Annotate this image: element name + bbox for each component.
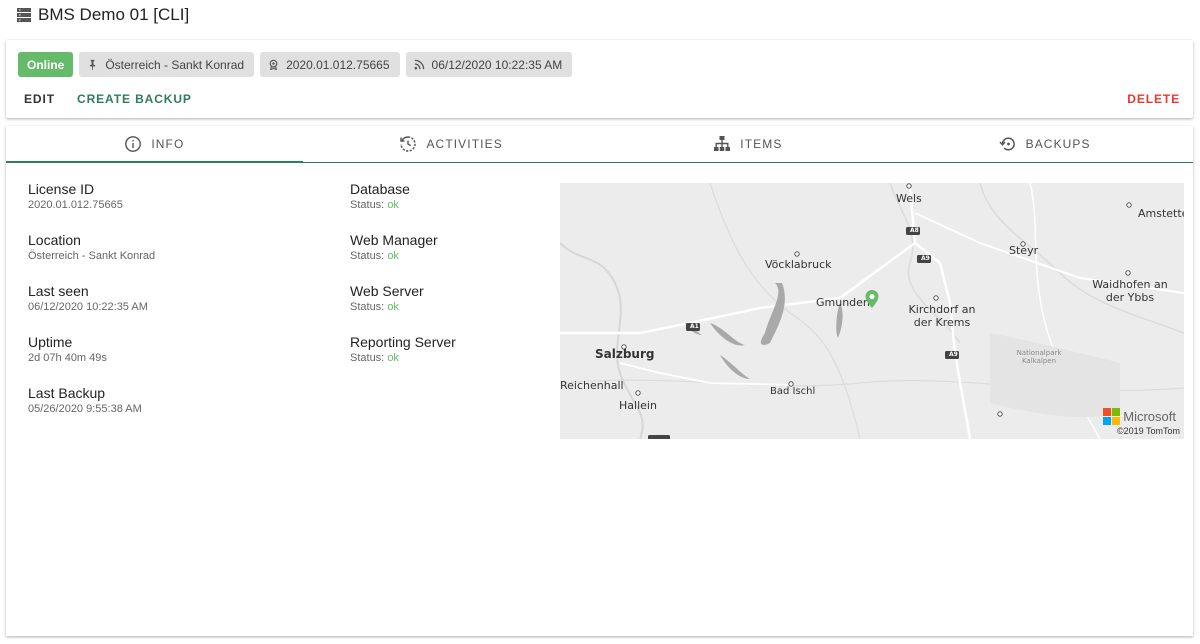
map-place-label: Hallein	[619, 399, 657, 412]
map-place-label: Reichenhall	[560, 379, 624, 392]
map-place-label: Wels	[896, 192, 922, 205]
status-badge: Online	[18, 52, 74, 77]
service-web-server: Web Server Status: ok	[350, 283, 456, 334]
location-pin-icon[interactable]	[864, 289, 880, 309]
last-seen-chip-label: 06/12/2020 10:22:35 AM	[431, 57, 563, 72]
map-place-label: Vöcklabruck	[765, 258, 832, 271]
status-ok-text: ok	[387, 199, 399, 211]
last-seen-label: Last seen	[28, 283, 89, 299]
service-status: Status: ok	[350, 250, 399, 262]
tab-info[interactable]: INFO	[6, 126, 303, 163]
service-status: Status: ok	[350, 301, 399, 313]
license-id-label: License ID	[28, 181, 95, 197]
services-column: Database Status: ok Web Manager Status: …	[350, 181, 456, 385]
restore-icon	[999, 137, 1015, 151]
road-shield: A9	[921, 255, 930, 262]
road-shield: A8	[910, 227, 919, 234]
device-info-column: License ID 2020.01.012.75665 Location Ös…	[28, 181, 155, 436]
create-backup-button[interactable]: CREATE BACKUP	[77, 92, 192, 106]
uptime-value: 2d 07h 40m 49s	[28, 352, 107, 364]
location-field: Location Österreich - Sankt Konrad	[28, 232, 155, 283]
action-bar: EDIT CREATE BACKUP DELETE	[6, 90, 1193, 108]
road-shield: A1	[690, 323, 699, 330]
tab-items[interactable]: ITEMS	[600, 126, 897, 162]
pin-icon	[90, 59, 96, 70]
history-icon	[400, 136, 417, 152]
license-chip: 2020.01.012.75665	[260, 52, 400, 77]
map-place-label: Salzburg	[595, 347, 655, 361]
location-value: Österreich - Sankt Konrad	[28, 250, 156, 262]
rss-icon	[414, 59, 424, 70]
license-id-value: 2020.01.012.75665	[28, 199, 123, 211]
tab-info-label: INFO	[151, 137, 185, 151]
server-icon	[16, 7, 32, 23]
uptime-field: Uptime 2d 07h 40m 49s	[28, 334, 155, 385]
chip-row: Online Österreich - Sankt Konrad 2020.01…	[18, 52, 573, 77]
tab-bar: INFO ACTIVITIES ITEMS BACKUPS	[6, 126, 1193, 163]
map-place-label: Gmunden	[816, 296, 870, 309]
service-label: Database	[350, 181, 410, 197]
tab-backups-label: BACKUPS	[1025, 137, 1091, 151]
status-ok-text: ok	[387, 250, 399, 262]
map-place-label: Steyr	[1009, 244, 1039, 257]
map-park-label: Nationalpark Kalkalpen	[1016, 349, 1062, 365]
microsoft-logo: Microsoft	[1103, 408, 1176, 425]
uptime-label: Uptime	[28, 334, 73, 350]
service-label: Web Server	[350, 283, 424, 299]
tab-items-label: ITEMS	[740, 137, 783, 151]
map-place-label: Amstetten	[1138, 207, 1184, 220]
service-status: Status: ok	[350, 199, 399, 211]
license-chip-label: 2020.01.012.75665	[286, 57, 390, 72]
location-chip-label: Österreich - Sankt Konrad	[105, 57, 245, 72]
map-copyright: ©2019 TomTom	[1117, 426, 1180, 436]
microsoft-logo-icon	[1103, 408, 1121, 425]
last-backup-field: Last Backup 05/26/2020 9:55:38 AM	[28, 385, 155, 436]
location-chip: Österreich - Sankt Konrad	[79, 52, 255, 77]
edit-button[interactable]: EDIT	[24, 92, 55, 106]
device-summary-card: Online Österreich - Sankt Konrad 2020.01…	[6, 40, 1193, 118]
last-seen-field: Last seen 06/12/2020 10:22:35 AM	[28, 283, 155, 334]
page-header: BMS Demo 01 [CLI]	[16, 4, 189, 26]
device-detail-card: INFO ACTIVITIES ITEMS BACKUPS License ID…	[6, 126, 1193, 636]
tab-activities-label: ACTIVITIES	[426, 137, 503, 151]
service-label: Reporting Server	[350, 334, 456, 350]
last-backup-label: Last Backup	[28, 385, 106, 401]
map-place-label: Waidhofen an der Ybbs	[1092, 278, 1168, 304]
location-map[interactable]: Wels Amstetten Steyr Vöcklabruck Gmunden…	[560, 183, 1184, 439]
last-seen-chip: 06/12/2020 10:22:35 AM	[405, 52, 573, 77]
location-label: Location	[28, 232, 81, 248]
status-ok-text: ok	[387, 352, 399, 364]
map-place-label: Bad Ischl	[770, 386, 816, 397]
license-id-field: License ID 2020.01.012.75665	[28, 181, 155, 232]
service-database: Database Status: ok	[350, 181, 456, 232]
status-ok-text: ok	[387, 301, 399, 313]
service-status: Status: ok	[350, 352, 399, 364]
service-web-manager: Web Manager Status: ok	[350, 232, 456, 283]
badge-icon	[269, 59, 278, 70]
road-shield: A9	[949, 351, 958, 358]
service-reporting-server: Reporting Server Status: ok	[350, 334, 456, 385]
last-backup-value: 05/26/2020 9:55:38 AM	[28, 403, 142, 415]
tab-activities[interactable]: ACTIVITIES	[303, 126, 600, 162]
last-seen-value: 06/12/2020 10:22:35 AM	[28, 301, 148, 313]
page-title: BMS Demo 01 [CLI]	[38, 5, 190, 24]
microsoft-wordmark: Microsoft	[1123, 409, 1176, 424]
sitemap-icon	[714, 136, 731, 151]
info-icon	[125, 136, 142, 152]
tab-backups[interactable]: BACKUPS	[896, 126, 1193, 162]
service-label: Web Manager	[350, 232, 438, 248]
map-place-label: Kirchdorf an der Krems	[908, 303, 976, 329]
delete-button[interactable]: DELETE	[1127, 92, 1180, 106]
